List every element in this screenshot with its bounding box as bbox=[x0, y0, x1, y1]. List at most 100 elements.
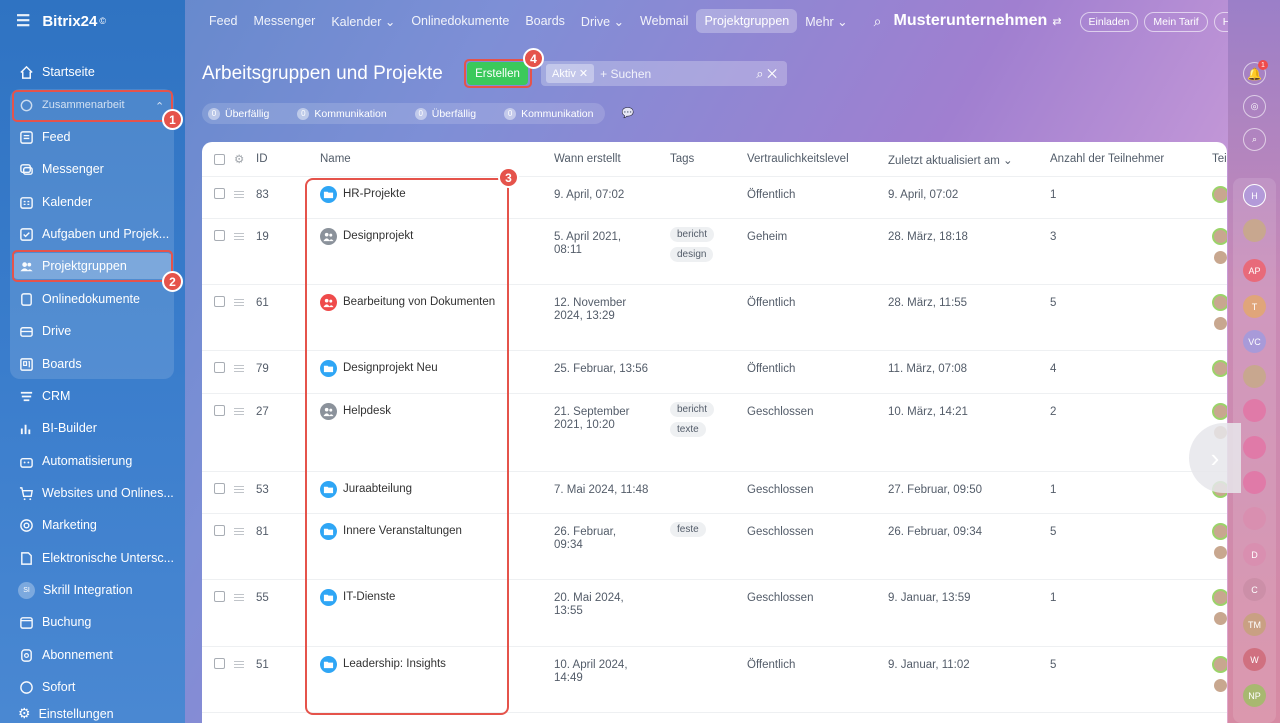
row-checkbox[interactable] bbox=[214, 483, 225, 494]
rightbar-avatar-6[interactable] bbox=[1243, 399, 1266, 422]
sidebar-item-sofort[interactable]: Sofort bbox=[0, 671, 185, 703]
group-name-link[interactable]: Innere Veranstaltungen bbox=[343, 525, 462, 537]
rightbar-avatar-11[interactable]: C bbox=[1243, 578, 1266, 601]
top-menu-item-4[interactable]: Boards bbox=[517, 9, 573, 33]
menu-icon[interactable]: ☰ bbox=[16, 11, 30, 31]
rightbar-avatar-10[interactable]: D bbox=[1243, 543, 1266, 566]
drag-handle-icon[interactable] bbox=[234, 661, 244, 668]
tag-badge[interactable]: texte bbox=[670, 422, 706, 437]
drag-handle-icon[interactable] bbox=[234, 528, 244, 535]
top-button-0[interactable]: Einladen bbox=[1079, 12, 1139, 32]
rightbar-avatar-0[interactable]: H bbox=[1243, 184, 1266, 207]
rightbar-avatar-5[interactable] bbox=[1243, 365, 1266, 388]
col-created[interactable]: Wann erstellt bbox=[554, 153, 621, 165]
sidebar-item-feed[interactable]: Feed bbox=[0, 121, 185, 153]
counter-3[interactable]: 0 Kommunikation bbox=[504, 107, 607, 120]
row-checkbox[interactable] bbox=[214, 658, 225, 669]
row-checkbox[interactable] bbox=[214, 362, 225, 373]
filter-search[interactable]: Aktiv ✕ + Suchen ⌕ ✕ bbox=[541, 61, 787, 86]
table-row[interactable]: 61 Bearbeitung von Dokumenten 12. November… bbox=[202, 285, 1227, 351]
avatar[interactable] bbox=[1212, 610, 1227, 627]
row-checkbox[interactable] bbox=[214, 405, 225, 416]
sidebar-item-subscription[interactable]: Abonnement bbox=[0, 639, 185, 671]
tag-badge[interactable]: bericht bbox=[670, 402, 715, 417]
avatar[interactable] bbox=[1212, 186, 1227, 203]
search-chat-icon[interactable]: ⌕ bbox=[1243, 128, 1266, 151]
top-menu-item-1[interactable]: Messenger bbox=[246, 9, 324, 33]
avatar[interactable] bbox=[1212, 544, 1227, 561]
avatar[interactable] bbox=[1212, 249, 1227, 266]
col-name[interactable]: Name bbox=[320, 153, 351, 165]
avatar[interactable] bbox=[1212, 315, 1227, 332]
sidebar-item-tasks[interactable]: Aufgaben und Projek... bbox=[0, 218, 185, 250]
rightbar-avatar-12[interactable]: TM bbox=[1243, 613, 1266, 636]
sidebar-item-boards[interactable]: Boards bbox=[0, 348, 185, 380]
tag-badge[interactable]: feste bbox=[670, 522, 706, 537]
bell-icon[interactable]: 🔔 1 bbox=[1243, 60, 1268, 85]
sidebar-item-messenger[interactable]: Messenger bbox=[0, 153, 185, 185]
avatar[interactable] bbox=[1212, 523, 1227, 540]
sidebar-item-home[interactable]: Startseite bbox=[0, 56, 185, 88]
group-name-link[interactable]: IT-Dienste bbox=[343, 591, 395, 603]
rightbar-avatar-1[interactable] bbox=[1243, 219, 1266, 242]
top-button-1[interactable]: Mein Tarif bbox=[1144, 12, 1208, 32]
select-all-checkbox[interactable] bbox=[214, 154, 225, 165]
settings-gear-icon[interactable]: ⚙ bbox=[234, 152, 244, 166]
search-icon[interactable]: ⌕ ✕ bbox=[756, 66, 777, 82]
group-name-link[interactable]: Designprojekt bbox=[343, 230, 413, 242]
drag-handle-icon[interactable] bbox=[234, 299, 244, 306]
col-id[interactable]: ID bbox=[256, 153, 268, 165]
chat-icon[interactable]: 💬 bbox=[621, 108, 633, 119]
drag-handle-icon[interactable] bbox=[234, 408, 244, 415]
avatar[interactable] bbox=[1212, 228, 1227, 245]
col-tags[interactable]: Tags bbox=[670, 153, 694, 165]
avatar[interactable] bbox=[1212, 294, 1227, 311]
sidebar-item-cart[interactable]: Websites und Onlines... bbox=[0, 477, 185, 509]
chevron-up-icon[interactable]: ⌃ bbox=[155, 100, 164, 113]
top-menu-item-0[interactable]: Feed bbox=[201, 9, 246, 33]
avatar[interactable] bbox=[1212, 656, 1227, 673]
drag-handle-icon[interactable] bbox=[234, 594, 244, 601]
table-row[interactable]: 79 Designprojekt Neu 25. Februar, 13:56 Öff… bbox=[202, 351, 1227, 394]
sidebar-item-booking[interactable]: Buchung bbox=[0, 606, 185, 638]
col-updated[interactable]: Zuletzt aktualisiert am ⌄ bbox=[888, 153, 1013, 167]
group-name-link[interactable]: Helpdesk bbox=[343, 405, 391, 417]
tag-badge[interactable]: bericht bbox=[670, 227, 715, 242]
sidebar-item-robot[interactable]: Automatisierung bbox=[0, 445, 185, 477]
drag-handle-icon[interactable] bbox=[234, 486, 244, 493]
company-name[interactable]: Musterunternehmen bbox=[894, 12, 1048, 30]
table-row[interactable]: 81 Innere Veranstaltungen 26. Februar, 09:3… bbox=[202, 514, 1227, 580]
top-menu-item-3[interactable]: Onlinedokumente bbox=[403, 9, 517, 33]
group-name-link[interactable]: HR-Projekte bbox=[343, 188, 406, 200]
sidebar-item-marketing[interactable]: Marketing bbox=[0, 509, 185, 541]
rightbar-avatar-9[interactable] bbox=[1243, 507, 1266, 530]
search-input[interactable]: + Suchen bbox=[600, 67, 651, 81]
counter-2[interactable]: 0 Überfällig bbox=[414, 107, 490, 120]
sidebar-item-sign[interactable]: Elektronische Untersc... bbox=[0, 542, 185, 574]
group-name-link[interactable]: Juraabteilung bbox=[343, 483, 412, 495]
drag-handle-icon[interactable] bbox=[234, 233, 244, 240]
sidebar-item-collab[interactable]: Zusammenarbeit ⌃ bbox=[0, 89, 185, 121]
row-checkbox[interactable] bbox=[214, 525, 225, 536]
drag-handle-icon[interactable] bbox=[234, 365, 244, 372]
rightbar-avatar-8[interactable] bbox=[1243, 471, 1266, 494]
table-row[interactable]: 27 Helpdesk 21. September 2021, 10:20 berich… bbox=[202, 394, 1227, 472]
search-icon[interactable]: ⌕ bbox=[874, 13, 882, 30]
brand-logo[interactable]: Bitrix24 bbox=[42, 13, 97, 30]
group-name-link[interactable]: Designprojekt Neu bbox=[343, 362, 438, 374]
table-row[interactable]: 51 Leadership: Insights 10. April 2024, 14:… bbox=[202, 647, 1227, 713]
row-checkbox[interactable] bbox=[214, 296, 225, 307]
top-menu-item-5[interactable]: Drive ⌄ bbox=[573, 9, 632, 34]
top-menu-item-2[interactable]: Kalender ⌄ bbox=[323, 9, 403, 34]
col-participants[interactable]: Tei bbox=[1212, 153, 1227, 165]
table-row[interactable]: 53 Juraabteilung 7. Mai 2024, 11:48 Geschlo… bbox=[202, 472, 1227, 514]
rightbar-avatar-4[interactable]: VC bbox=[1243, 330, 1266, 353]
table-row[interactable]: 83 HR-Projekte 9. April, 07:02 Öffentlich 9.… bbox=[202, 177, 1227, 219]
col-level[interactable]: Vertraulichkeitslevel bbox=[747, 153, 849, 165]
table-row[interactable]: 55 IT-Dienste 20. Mai 2024, 13:55 Geschlosse… bbox=[202, 580, 1227, 647]
rightbar-avatar-13[interactable]: W bbox=[1243, 648, 1266, 671]
sidebar-item-groups[interactable]: Projektgruppen bbox=[0, 250, 185, 282]
create-button[interactable]: Erstellen bbox=[467, 62, 528, 85]
switch-icon[interactable]: ⇄ bbox=[1052, 15, 1061, 28]
top-menu-item-6[interactable]: Webmail bbox=[632, 9, 696, 33]
